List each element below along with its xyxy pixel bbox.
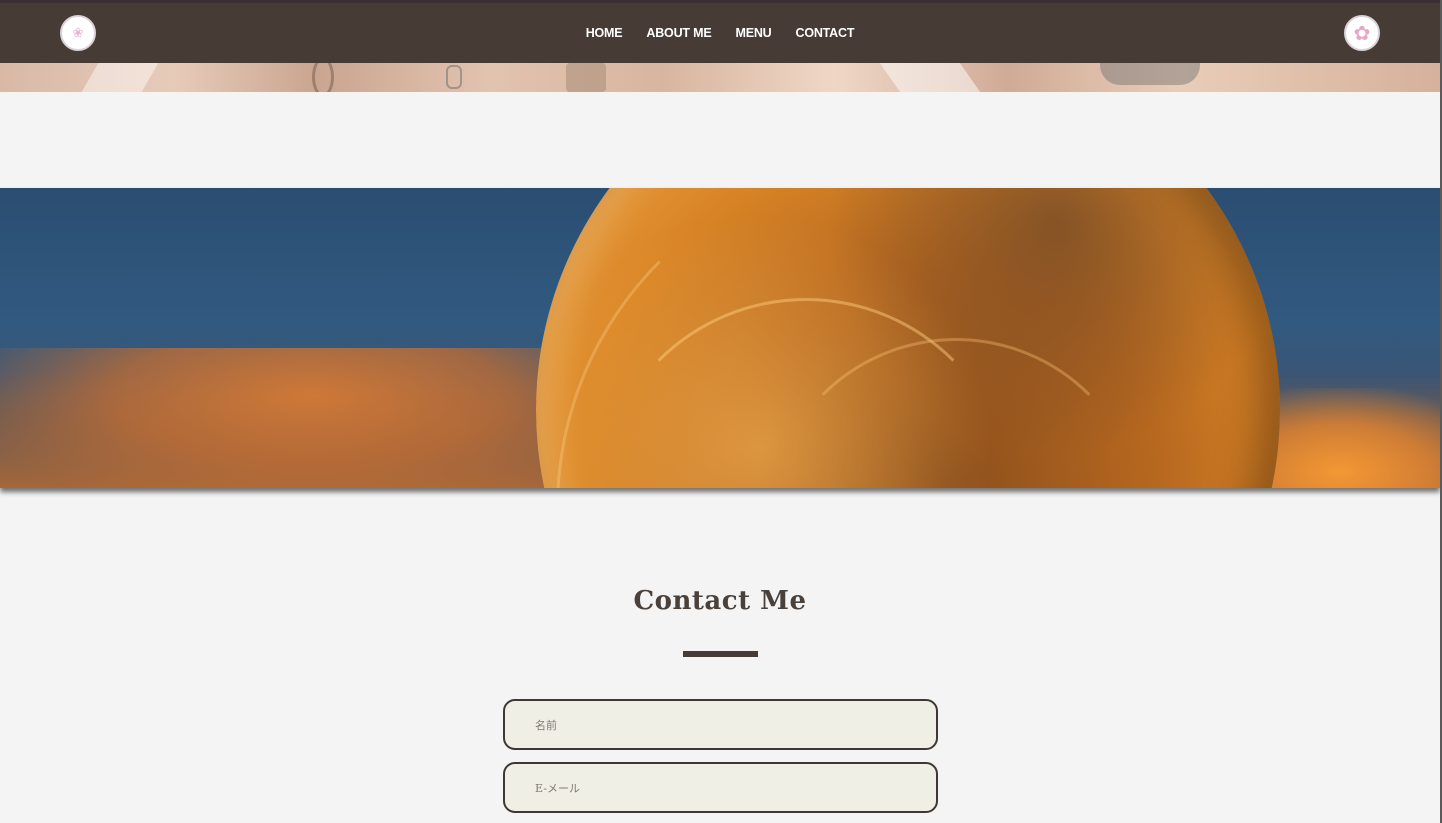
nav-links: HOME ABOUT ME MENU CONTACT	[0, 3, 1440, 63]
name-placeholder: 名前	[535, 718, 557, 732]
frozen-bubble	[536, 188, 1280, 488]
nav-contact-link[interactable]: CONTACT	[796, 26, 855, 40]
banner-image	[0, 188, 1440, 488]
email-input[interactable]: E-メール	[503, 762, 938, 813]
name-input[interactable]: 名前	[503, 699, 938, 750]
nav-menu-link[interactable]: MENU	[735, 26, 771, 40]
email-placeholder: E-メール	[535, 781, 580, 795]
page: ❀ HOME ABOUT ME MENU CONTACT ✿ Contact M…	[0, 0, 1442, 823]
nav-home-link[interactable]: HOME	[586, 26, 623, 40]
title-divider	[683, 651, 758, 657]
contact-section: Contact Me 名前 E-メール	[0, 490, 1440, 823]
nav-about-link[interactable]: ABOUT ME	[646, 26, 711, 40]
contact-title: Contact Me	[633, 586, 807, 616]
flower-logo-icon: ✿	[1353, 21, 1371, 45]
navbar: ❀ HOME ABOUT ME MENU CONTACT ✿	[0, 3, 1440, 63]
hero-image-strip	[0, 63, 1440, 92]
site-logo-right[interactable]: ✿	[1344, 15, 1380, 51]
